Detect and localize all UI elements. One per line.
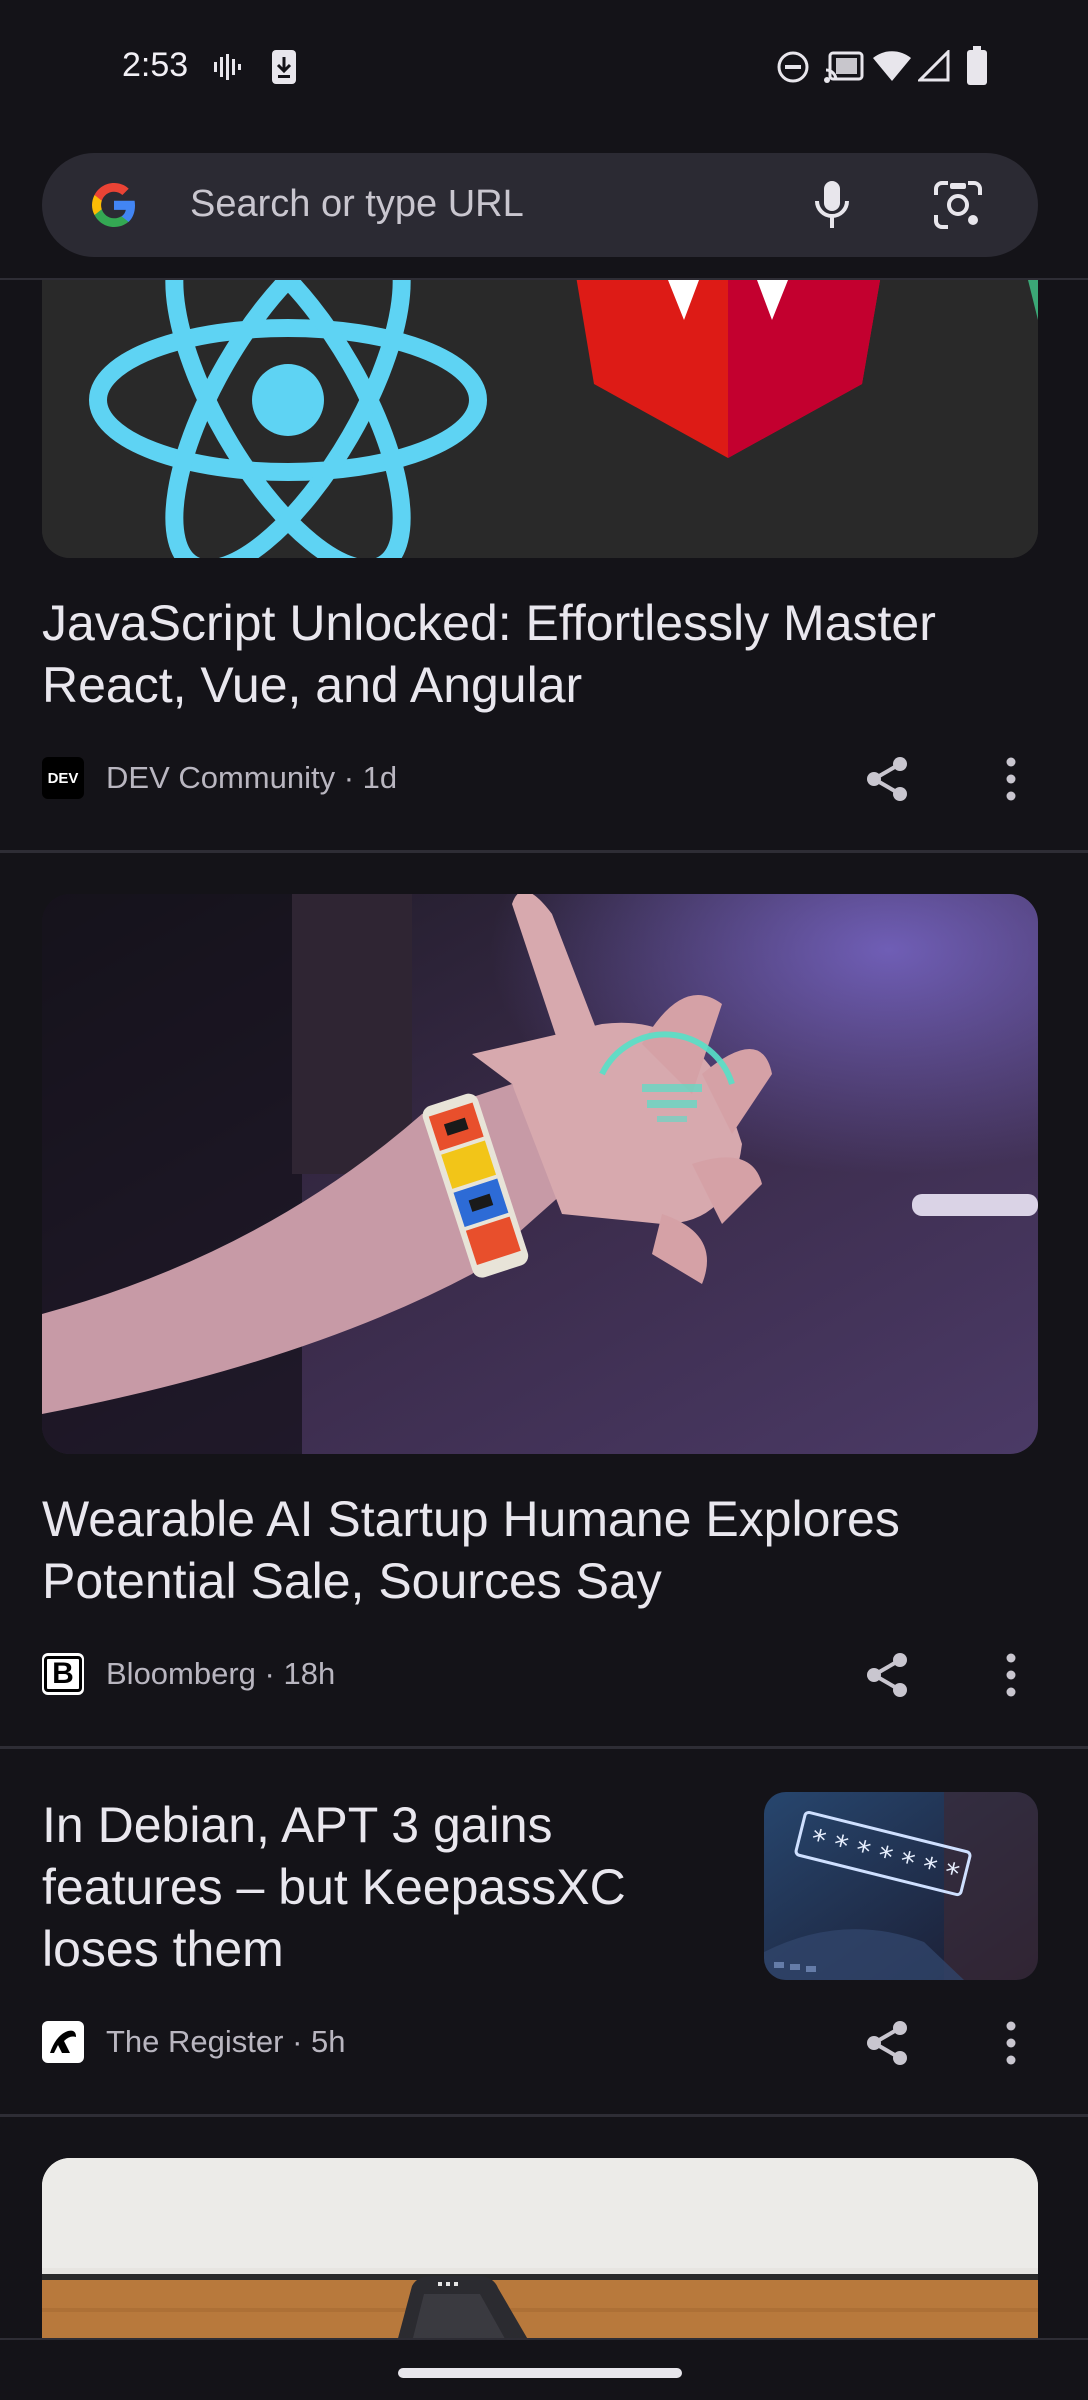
share-icon[interactable]: [862, 1650, 912, 1700]
card-divider: [0, 850, 1088, 853]
search-bar[interactable]: Search or type URL: [42, 153, 1038, 257]
article-image-humane[interactable]: [42, 894, 1038, 1454]
wifi-icon: [873, 51, 911, 81]
cast-icon: [824, 51, 864, 83]
discover-feed: JavaScript Unlocked: Effortlessly Master…: [0, 280, 1088, 2338]
react-angular-logos: [42, 280, 1038, 558]
card-divider: [0, 1746, 1088, 1749]
register-logo-icon: [50, 2030, 76, 2053]
more-options-icon[interactable]: [996, 1650, 1026, 1700]
article-meta: B Bloomberg · 18h: [42, 1652, 335, 1696]
phone-on-table-photo: [42, 2158, 1038, 2338]
article-source: The Register · 5h: [106, 2024, 346, 2059]
signal-icon: [918, 50, 950, 82]
card-divider: [0, 2114, 1088, 2117]
bloomberg-logo: B: [42, 1653, 84, 1695]
hand-projection-photo: [42, 894, 1038, 1454]
gesture-handle[interactable]: [398, 2368, 682, 2378]
browser-new-tab-page: 2:53 Search or type URL JavaScript Unloc…: [0, 0, 1088, 2400]
article-meta: The Register · 5h: [42, 2020, 346, 2064]
more-options-icon[interactable]: [996, 2018, 1026, 2068]
article-headline[interactable]: JavaScript Unlocked: Effortlessly Master…: [42, 592, 1038, 716]
google-logo-icon: [92, 183, 135, 227]
article-headline[interactable]: In Debian, APT 3 gains features – but Ke…: [42, 1794, 722, 1980]
search-input[interactable]: Search or type URL: [190, 183, 524, 226]
status-time: 2:53: [122, 46, 189, 84]
voicemail-icon: [214, 54, 241, 80]
password-field-thumbnail: * * * * * * *: [764, 1792, 1038, 1980]
the-register-logo: [42, 2021, 84, 2063]
article-image-react-angular[interactable]: [42, 280, 1038, 558]
navigation-bar: [0, 2338, 1088, 2400]
mic-icon[interactable]: [812, 177, 852, 233]
article-source: DEV Community · 1d: [106, 760, 398, 795]
more-options-icon[interactable]: [996, 754, 1026, 804]
status-bar: 2:53: [0, 0, 1088, 136]
battery-icon: [967, 46, 987, 85]
lens-icon[interactable]: [932, 179, 984, 231]
dev-logo-text: DEV: [47, 769, 79, 787]
share-icon[interactable]: [862, 2018, 912, 2068]
do-not-disturb-icon: [777, 51, 809, 83]
article-meta: DEV DEV Community · 1d: [42, 756, 397, 800]
share-icon[interactable]: [862, 754, 912, 804]
article-source: Bloomberg · 18h: [106, 1656, 336, 1691]
article-image-phone[interactable]: [42, 2158, 1038, 2338]
download-icon: [272, 50, 296, 84]
article-thumbnail-keepass[interactable]: * * * * * * *: [764, 1792, 1038, 1980]
article-headline[interactable]: Wearable AI Startup Humane Explores Pote…: [42, 1488, 1038, 1612]
dev-community-logo: DEV: [42, 757, 84, 799]
bloomberg-logo-text: B: [44, 1656, 82, 1692]
